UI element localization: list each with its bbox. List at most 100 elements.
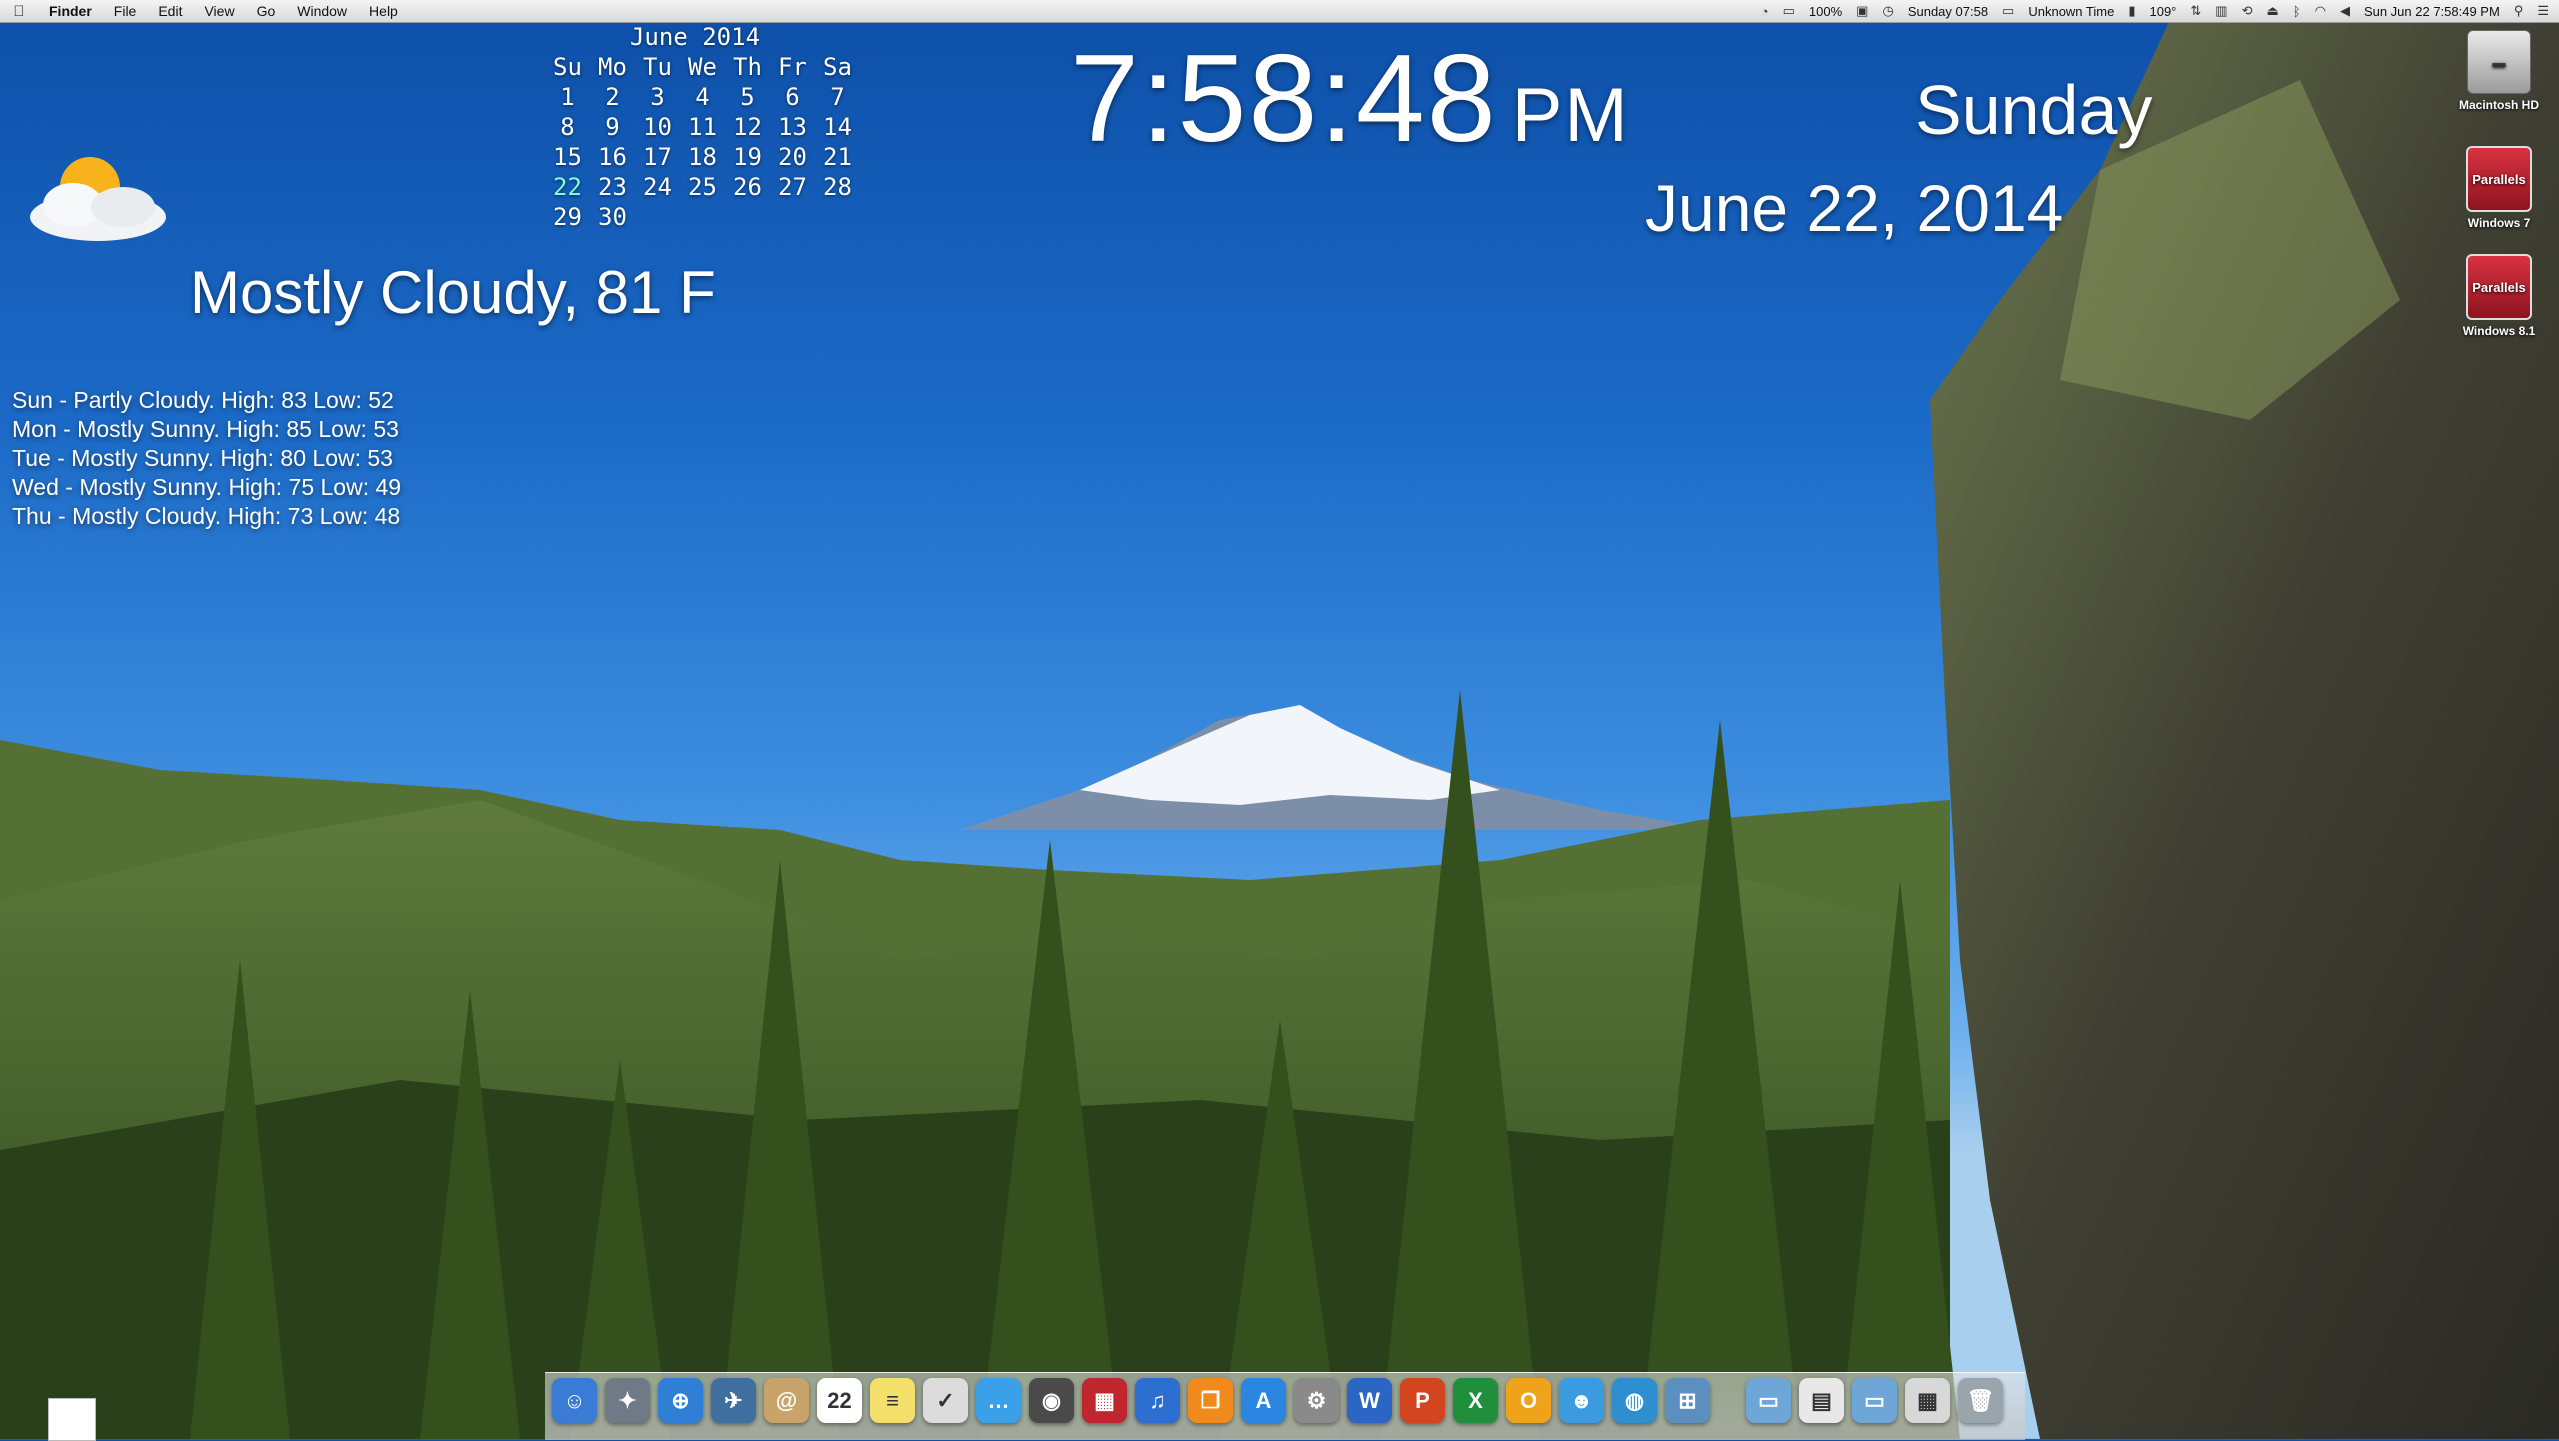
itunes-icon[interactable]: ♫ xyxy=(1135,1378,1180,1423)
document-icon[interactable]: ▤ xyxy=(1799,1378,1844,1423)
desktop-icon-label: Macintosh HD xyxy=(2458,98,2539,112)
menu-edit[interactable]: Edit xyxy=(147,3,193,19)
calendar-day: 16 xyxy=(598,143,627,171)
menubar-day-time[interactable]: Sunday 07:58 xyxy=(1908,4,1988,19)
desktop-wallpaper xyxy=(0,20,2559,1439)
forecast-day: Tue - Mostly Sunny. High: 80 Low: 53 xyxy=(12,445,393,471)
menu-finder[interactable]: Finder xyxy=(38,3,103,19)
calendar-day xyxy=(815,202,860,232)
calendar-day: 12 xyxy=(733,113,762,141)
calendar-day: 5 xyxy=(740,83,755,111)
notification-center-icon[interactable]: ☰ xyxy=(2537,3,2549,19)
calendar-day: 21 xyxy=(823,143,852,171)
outlook-icon[interactable]: O xyxy=(1506,1378,1551,1423)
applications-folder-icon[interactable]: ▭ xyxy=(1746,1378,1791,1423)
menu-extras: ◔ ▭ 100% ▣ ◷ Sunday 07:58 ▭ Unknown Time… xyxy=(1761,0,2549,22)
calendar-day: 24 xyxy=(643,173,672,201)
messenger-icon[interactable]: ☻ xyxy=(1559,1378,1604,1423)
ibooks-icon[interactable]: ❐ xyxy=(1188,1378,1233,1423)
day-name: Sunday xyxy=(1915,71,2153,149)
trash-icon[interactable]: 🗑 xyxy=(1958,1378,2003,1423)
desktop-clock: 7:58:48 PM xyxy=(1070,28,1630,170)
desktop-icon-windows-7[interactable]: Parallels Windows 7 xyxy=(2444,146,2554,230)
menubar-temperature[interactable]: 109° xyxy=(2149,4,2176,19)
calendar-week: 22 23 24 25 26 27 28 xyxy=(545,172,860,202)
menu-window[interactable]: Window xyxy=(286,3,358,19)
calendar-weekday: Th xyxy=(733,53,762,81)
calendar-day: 13 xyxy=(778,113,807,141)
time-machine-icon[interactable]: ⟲ xyxy=(2242,3,2253,19)
notes-icon[interactable]: ≡ xyxy=(870,1378,915,1423)
excel-icon[interactable]: X xyxy=(1453,1378,1498,1423)
network-meter-icon[interactable]: ⇅ xyxy=(2190,3,2201,19)
bluetooth-icon[interactable]: ᛒ xyxy=(2293,4,2301,19)
app-store-icon[interactable]: A xyxy=(1241,1378,1286,1423)
calendar-day: 3 xyxy=(650,83,665,111)
calendar-day: 27 xyxy=(778,173,807,201)
menu-help[interactable]: Help xyxy=(358,3,409,19)
weather-forecast: Sun - Partly Cloudy. High: 83 Low: 52 Mo… xyxy=(12,386,401,531)
hard-drive-icon: ▬ xyxy=(2467,30,2531,94)
spotlight-search-icon[interactable]: ⚲ xyxy=(2514,3,2524,19)
calendar-day: 2 xyxy=(605,83,620,111)
airplay-icon[interactable]: ▣ xyxy=(1856,3,1868,19)
eject-icon[interactable]: ⏏ xyxy=(2266,3,2278,19)
volume-icon[interactable]: ◀ xyxy=(2340,3,2350,19)
menubar-datetime[interactable]: Sun Jun 22 7:58:49 PM xyxy=(2364,4,2500,19)
calendar-week: 29 30 xyxy=(545,202,860,232)
cpu-meter-icon[interactable]: ▥ xyxy=(2215,3,2227,19)
menu-go[interactable]: Go xyxy=(246,3,287,19)
finder-icon[interactable]: ☺ xyxy=(552,1378,597,1423)
calendar-icon[interactable]: 22 xyxy=(817,1378,862,1423)
battery-icon[interactable]: ▭ xyxy=(1783,3,1795,19)
document-icon[interactable] xyxy=(48,1398,96,1441)
safari-icon[interactable]: ⊕ xyxy=(658,1378,703,1423)
partly-cloudy-icon xyxy=(30,157,166,241)
word-icon[interactable]: W xyxy=(1347,1378,1392,1423)
network-icon[interactable]: ◍ xyxy=(1612,1378,1657,1423)
forecast-day: Thu - Mostly Cloudy. High: 73 Low: 48 xyxy=(12,503,401,529)
menu-file[interactable]: File xyxy=(103,3,148,19)
battery-status-icon[interactable]: ▭ xyxy=(2002,3,2014,19)
weather-condition: Mostly Cloudy, 81 F xyxy=(190,259,716,326)
stack-icon[interactable]: ▦ xyxy=(1905,1378,1950,1423)
clock-icon[interactable]: ◷ xyxy=(1882,3,1893,19)
forecast-day: Sun - Partly Cloudy. High: 83 Low: 52 xyxy=(12,387,394,413)
wifi-icon[interactable]: ◠ xyxy=(2315,3,2326,19)
calendar-weekday: Tu xyxy=(643,53,672,81)
facetime-icon[interactable]: ◉ xyxy=(1029,1378,1074,1423)
calendar-weekday: Fr xyxy=(778,53,807,81)
desktop-icon-label: Windows 8.1 xyxy=(2462,324,2536,338)
calendar-weekday: We xyxy=(688,53,717,81)
system-preferences-icon[interactable]: ⚙ xyxy=(1294,1378,1339,1423)
desktop-icon-windows-8-1[interactable]: Parallels Windows 8.1 xyxy=(2444,254,2554,338)
calendar-weekday: Su xyxy=(553,53,582,81)
calendar-week: 1 2 3 4 5 6 7 xyxy=(545,82,860,112)
menu-view[interactable]: View xyxy=(193,3,245,19)
calendar-days: 1 2 3 4 5 6 7 8 9 10 11 12 13 14 15 16 17 18 19 20 21 22 23 24 2… xyxy=(545,82,860,232)
desktop-icon-macintosh-hd[interactable]: ▬ Macintosh HD xyxy=(2444,30,2554,112)
battery-percent[interactable]: 100% xyxy=(1809,4,1842,19)
dock-separator xyxy=(1718,1378,1738,1423)
temperature-icon[interactable]: ▮ xyxy=(2128,3,2135,19)
contacts-icon[interactable]: @ xyxy=(764,1378,809,1423)
calendar-grid: Su Mo Tu We Th Fr Sa 1 2 3 4 5 6 7 8 9 10 11 12 13 14 15 16 17… xyxy=(545,52,860,232)
apple-menu-icon[interactable]:  xyxy=(0,3,38,20)
wifi-signal-icon[interactable]: ◔ xyxy=(1761,4,1769,19)
photo-booth-icon[interactable]: ▦ xyxy=(1082,1378,1127,1423)
calendar-day: 6 xyxy=(785,83,800,111)
menubar-unknown-time[interactable]: Unknown Time xyxy=(2028,4,2114,19)
parallels-icon: Parallels xyxy=(2466,254,2532,320)
preview-icon[interactable]: ✈ xyxy=(711,1378,756,1423)
calendar-day xyxy=(770,202,815,232)
calendar-day: 25 xyxy=(688,173,717,201)
messages-icon[interactable]: … xyxy=(976,1378,1021,1423)
powerpoint-icon[interactable]: P xyxy=(1400,1378,1445,1423)
calendar-week: 8 9 10 11 12 13 14 xyxy=(545,112,860,142)
windows-app-icon[interactable]: ⊞ xyxy=(1665,1378,1710,1423)
downloads-folder-icon[interactable]: ▭ xyxy=(1852,1378,1897,1423)
calendar-day: 19 xyxy=(733,143,762,171)
reminders-icon[interactable]: ✓ xyxy=(923,1378,968,1423)
launchpad-icon[interactable]: ✦ xyxy=(605,1378,650,1423)
calendar-day xyxy=(725,202,770,232)
